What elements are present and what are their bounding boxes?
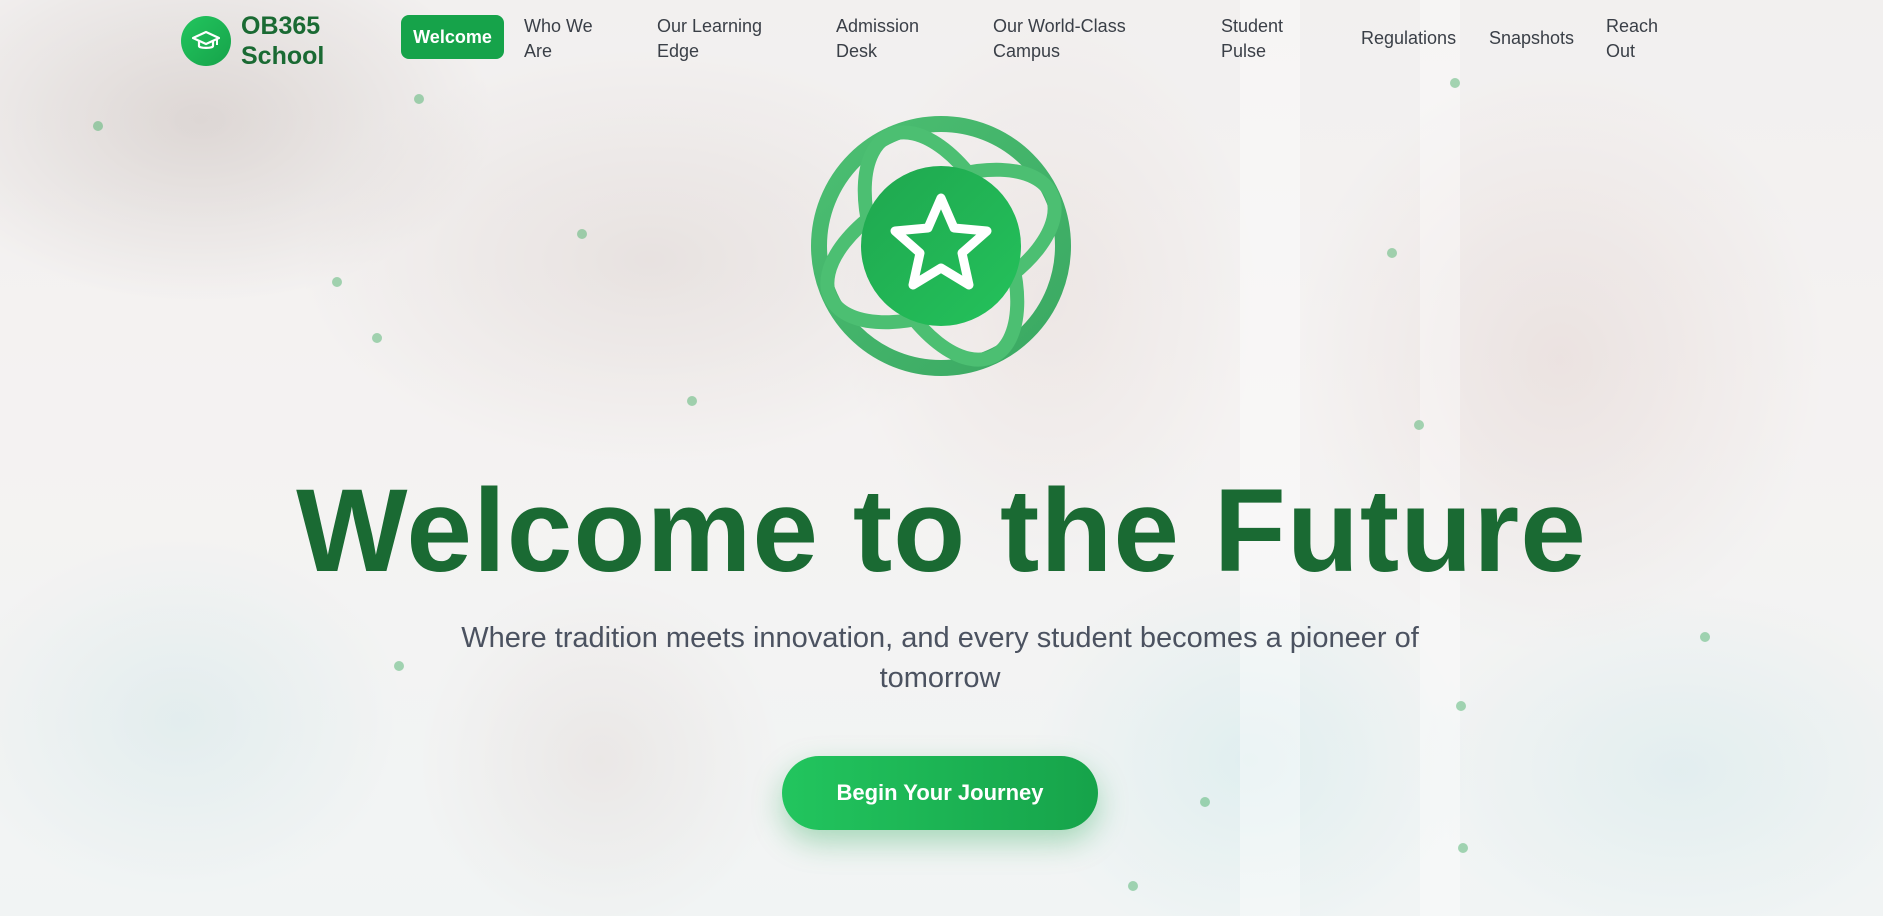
nav-item-snapshots[interactable]: Snapshots	[1489, 26, 1574, 51]
nav-item-student-pulse[interactable]: Student Pulse	[1221, 14, 1301, 64]
brand-home-link[interactable]: OB365 School	[181, 11, 331, 71]
nav-item-our-learning-edge[interactable]: Our Learning Edge	[657, 14, 777, 64]
decorative-dot	[1128, 881, 1138, 891]
decorative-dot	[372, 333, 382, 343]
decorative-dot	[93, 121, 103, 131]
top-navigation: OB365 School Welcome Who We Are Our Lear…	[0, 0, 1883, 78]
nav-item-welcome[interactable]: Welcome	[401, 15, 504, 59]
nav-item-world-class-campus[interactable]: Our World-Class Campus	[993, 14, 1143, 64]
nav-item-regulations[interactable]: Regulations	[1361, 26, 1456, 51]
decorative-dot	[332, 277, 342, 287]
decorative-dot	[414, 94, 424, 104]
brand-name: OB365 School	[241, 12, 325, 70]
decorative-dot	[1414, 420, 1424, 430]
decorative-dot	[1700, 632, 1710, 642]
decorative-dot	[577, 229, 587, 239]
hero-subtitle: Where tradition meets innovation, and ev…	[461, 622, 1419, 694]
nav-item-who-we-are[interactable]: Who We Are	[524, 14, 614, 64]
decorative-dot	[1200, 797, 1210, 807]
begin-journey-button[interactable]: Begin Your Journey	[782, 756, 1098, 830]
nav-item-admission-desk[interactable]: Admission Desk	[836, 14, 936, 64]
decorative-dot	[1450, 78, 1460, 88]
decorative-dot	[687, 396, 697, 406]
hero-title: Welcome to the Future	[296, 465, 1587, 597]
star-globe-icon	[811, 116, 1071, 376]
decorative-dot	[394, 661, 404, 671]
decorative-dot	[1456, 701, 1466, 711]
decorative-dot	[1458, 843, 1468, 853]
graduation-cap-icon	[181, 16, 231, 66]
decorative-dot	[1387, 248, 1397, 258]
nav-item-reach-out[interactable]: Reach Out	[1606, 14, 1666, 64]
